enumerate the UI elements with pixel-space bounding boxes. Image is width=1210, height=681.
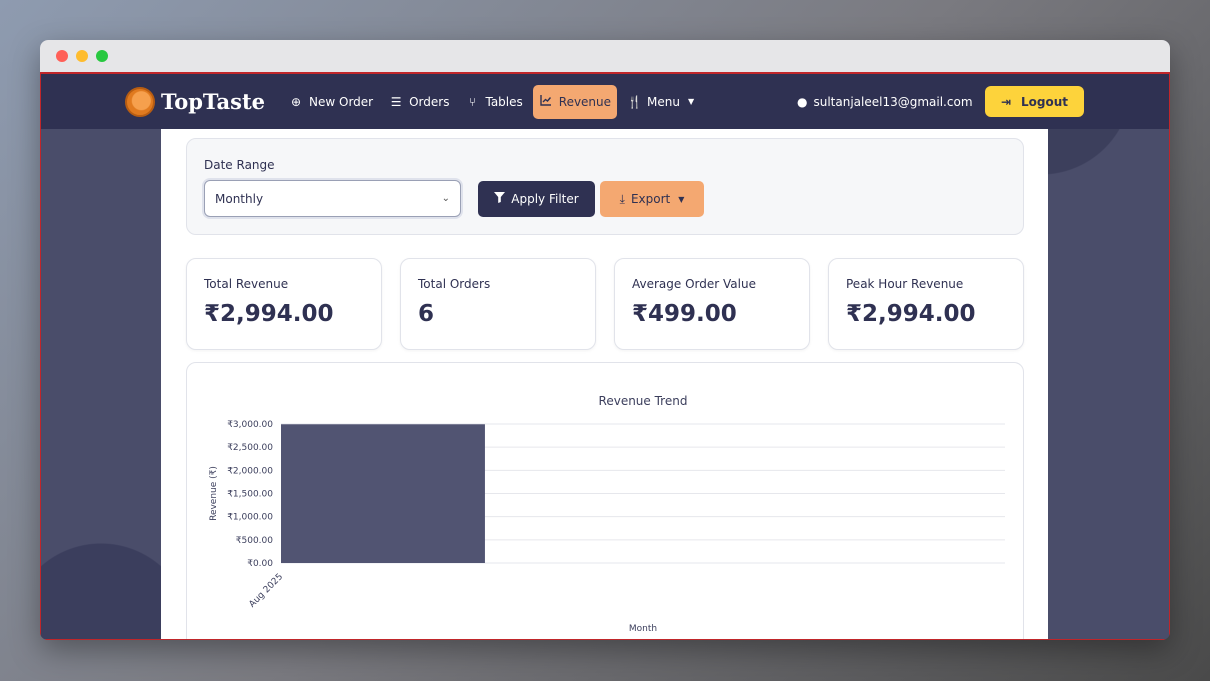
bar-aug-2025: [281, 424, 485, 563]
date-range-label: Date Range: [204, 158, 275, 172]
x-axis-label: Month: [629, 624, 657, 634]
y-tick-label: ₹1,500.00: [227, 490, 273, 500]
y-tick-label: ₹1,000.00: [227, 513, 273, 523]
nav-revenue-label: Revenue: [558, 94, 612, 109]
x-tick-label: Aug 2025: [247, 572, 285, 610]
export-dropdown-button[interactable]: ⤓ Export ▼: [600, 181, 704, 217]
nav-new-order-label: New Order: [309, 94, 374, 109]
revenue-trend-chart: Revenue Trend ₹0.00 ₹500.00 ₹1,000.00 ₹1,500…: [209, 394, 1005, 634]
brand-logo-icon: [125, 86, 155, 117]
nav-orders[interactable]: ☰ Orders: [383, 85, 455, 119]
stat-label: Average Order Value: [632, 277, 756, 291]
stat-label: Peak Hour Revenue: [846, 277, 964, 291]
close-window-button[interactable]: [56, 50, 68, 62]
stat-card-total-orders: Total Orders 6: [400, 258, 596, 350]
y-tick-label: ₹3,000.00: [227, 420, 273, 430]
utensils-icon: 🍴: [627, 94, 642, 109]
logout-button[interactable]: ⇥ Logout: [985, 86, 1084, 117]
chart-title: Revenue Trend: [599, 394, 688, 408]
brand[interactable]: TopTaste: [125, 86, 266, 117]
filter-card: Date Range Monthly ⌄ Apply Filter ⤓ Expo…: [186, 138, 1024, 235]
user-circle-icon: ●: [797, 94, 808, 109]
y-tick-label: ₹2,000.00: [227, 466, 273, 476]
sign-out-icon: ⇥: [1000, 94, 1012, 109]
stat-value: ₹499.00: [632, 301, 737, 327]
stat-label: Total Revenue: [204, 277, 289, 291]
download-icon: ⤓: [619, 191, 625, 206]
nav-orders-label: Orders: [409, 94, 450, 109]
chart-line-icon: [539, 94, 553, 109]
caret-down-icon: ▼: [678, 194, 685, 204]
page-viewport: TopTaste ⊕ New Order ☰ Orders ⑂ Tables R…: [40, 72, 1170, 640]
minimize-window-button[interactable]: [76, 50, 88, 62]
filter-icon: [494, 192, 506, 206]
export-label: Export: [630, 192, 671, 206]
plus-circle-icon: ⊕: [290, 94, 302, 109]
user-email: sultanjaleel13@gmail.com: [813, 94, 973, 109]
nav-tables-label: Tables: [485, 94, 523, 109]
y-tick-label: ₹500.00: [236, 536, 273, 546]
date-range-value: Monthly: [215, 191, 264, 206]
stat-card-peak-hour-revenue: Peak Hour Revenue ₹2,994.00: [828, 258, 1024, 350]
maximize-window-button[interactable]: [96, 50, 108, 62]
nav-menu-label: Menu: [647, 94, 680, 109]
apply-filter-label: Apply Filter: [511, 192, 579, 206]
window-titlebar: [40, 40, 1170, 72]
revenue-chart-card: Revenue Trend ₹0.00 ₹500.00 ₹1,000.00 ₹1,500…: [186, 362, 1024, 639]
nav-menu-dropdown[interactable]: 🍴 Menu ▼: [621, 85, 700, 119]
caret-down-icon: ▼: [687, 97, 695, 106]
logout-label: Logout: [1021, 94, 1069, 109]
list-icon: ☰: [390, 94, 402, 109]
browser-window: TopTaste ⊕ New Order ☰ Orders ⑂ Tables R…: [40, 40, 1170, 640]
date-range-select[interactable]: Monthly ⌄: [204, 180, 461, 217]
stat-label: Total Orders: [418, 277, 491, 291]
nav-new-order[interactable]: ⊕ New Order: [283, 85, 379, 119]
apply-filter-button[interactable]: Apply Filter: [478, 181, 595, 217]
user-account[interactable]: ● sultanjaleel13@gmail.com: [797, 74, 973, 129]
stat-value: ₹2,994.00: [846, 301, 976, 327]
chair-icon: ⑂: [468, 94, 477, 109]
brand-name: TopTaste: [161, 89, 266, 114]
stat-value: 6: [418, 301, 435, 327]
nav-revenue[interactable]: Revenue: [532, 84, 618, 119]
stat-value: ₹2,994.00: [204, 301, 334, 327]
nav-tables[interactable]: ⑂ Tables: [459, 85, 528, 119]
y-axis-label: Revenue (₹): [209, 466, 219, 521]
main-content: Date Range Monthly ⌄ Apply Filter ⤓ Expo…: [161, 129, 1048, 639]
navbar: TopTaste ⊕ New Order ☰ Orders ⑂ Tables R…: [41, 74, 1169, 129]
y-tick-label: ₹2,500.00: [227, 443, 273, 453]
stat-card-total-revenue: Total Revenue ₹2,994.00: [186, 258, 382, 350]
stat-card-average-order-value: Average Order Value ₹499.00: [614, 258, 810, 350]
chevron-down-icon: ⌄: [441, 193, 450, 204]
y-tick-label: ₹0.00: [247, 559, 273, 569]
